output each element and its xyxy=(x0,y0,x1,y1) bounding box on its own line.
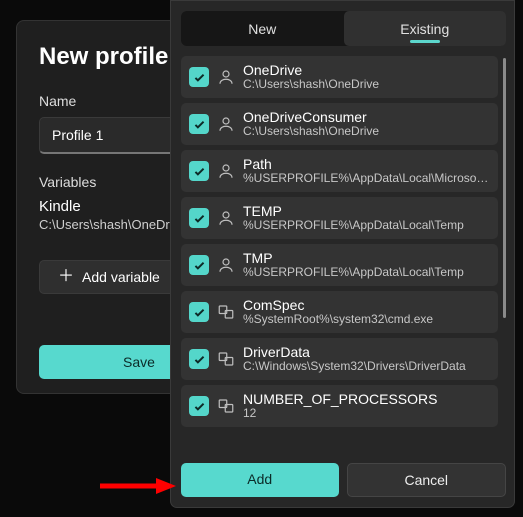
add-variable-button[interactable]: ＋ Add variable xyxy=(39,260,179,294)
row-text: ComSpec%SystemRoot%\system32\cmd.exe xyxy=(243,297,490,327)
scrollbar-thumb[interactable] xyxy=(503,58,506,318)
row-text: DriverDataC:\Windows\System32\Drivers\Dr… xyxy=(243,344,490,374)
variable-title: DriverData xyxy=(243,344,490,360)
variable-title: Path xyxy=(243,156,490,172)
variable-row[interactable]: OneDriveConsumerC:\Users\shash\OneDrive xyxy=(181,103,498,145)
user-icon xyxy=(217,256,235,274)
tab-bar: New Existing xyxy=(181,11,506,46)
cancel-button[interactable]: Cancel xyxy=(347,463,507,497)
system-icon xyxy=(217,397,235,415)
checkbox[interactable] xyxy=(189,208,209,228)
variable-subtitle: %USERPROFILE%\AppData\Local\Temp xyxy=(243,266,490,280)
variable-row[interactable]: NUMBER_OF_PROCESSORS12 xyxy=(181,385,498,427)
checkbox[interactable] xyxy=(189,349,209,369)
user-icon xyxy=(217,209,235,227)
row-text: TMP%USERPROFILE%\AppData\Local\Temp xyxy=(243,250,490,280)
variables-list: OneDriveC:\Users\shash\OneDriveOneDriveC… xyxy=(181,56,506,451)
variable-row[interactable]: TEMP%USERPROFILE%\AppData\Local\Temp xyxy=(181,197,498,239)
tab-existing[interactable]: Existing xyxy=(344,11,507,46)
checkbox[interactable] xyxy=(189,114,209,134)
add-button[interactable]: Add xyxy=(181,463,339,497)
callout-arrow-icon xyxy=(98,476,176,496)
variable-subtitle: C:\Windows\System32\Drivers\DriverData xyxy=(243,360,490,374)
variable-title: ComSpec xyxy=(243,297,490,313)
variable-title: TEMP xyxy=(243,203,490,219)
plus-icon: ＋ xyxy=(58,269,74,285)
system-icon xyxy=(217,303,235,321)
variable-title: OneDriveConsumer xyxy=(243,109,490,125)
variable-subtitle: C:\Users\shash\OneDrive xyxy=(243,125,490,139)
row-text: NUMBER_OF_PROCESSORS12 xyxy=(243,391,490,421)
variable-title: TMP xyxy=(243,250,490,266)
user-icon xyxy=(217,68,235,86)
variable-row[interactable]: TMP%USERPROFILE%\AppData\Local\Temp xyxy=(181,244,498,286)
dialog-buttons: Add Cancel xyxy=(181,463,506,497)
variable-subtitle: %USERPROFILE%\AppData\Local\Temp xyxy=(243,219,490,233)
user-icon xyxy=(217,115,235,133)
system-icon xyxy=(217,350,235,368)
row-text: OneDriveC:\Users\shash\OneDrive xyxy=(243,62,490,92)
existing-variables-panel: New Existing OneDriveC:\Users\shash\OneD… xyxy=(170,0,515,508)
checkbox[interactable] xyxy=(189,396,209,416)
variable-row[interactable]: ComSpec%SystemRoot%\system32\cmd.exe xyxy=(181,291,498,333)
variable-row[interactable]: Path%USERPROFILE%\AppData\Local\Microsof… xyxy=(181,150,498,192)
variable-subtitle: %SystemRoot%\system32\cmd.exe xyxy=(243,313,490,327)
row-text: TEMP%USERPROFILE%\AppData\Local\Temp xyxy=(243,203,490,233)
variable-subtitle: C:\Users\shash\OneDrive xyxy=(243,78,490,92)
scrollbar[interactable] xyxy=(503,56,506,451)
variable-subtitle: %USERPROFILE%\AppData\Local\Microsoft\..… xyxy=(243,172,490,186)
variable-title: OneDrive xyxy=(243,62,490,78)
checkbox[interactable] xyxy=(189,255,209,275)
variable-row[interactable]: DriverDataC:\Windows\System32\Drivers\Dr… xyxy=(181,338,498,380)
add-variable-label: Add variable xyxy=(82,269,160,285)
checkbox[interactable] xyxy=(189,302,209,322)
variable-row[interactable]: OneDriveC:\Users\shash\OneDrive xyxy=(181,56,498,98)
row-text: OneDriveConsumerC:\Users\shash\OneDrive xyxy=(243,109,490,139)
checkbox[interactable] xyxy=(189,67,209,87)
variable-subtitle: 12 xyxy=(243,407,490,421)
row-text: Path%USERPROFILE%\AppData\Local\Microsof… xyxy=(243,156,490,186)
user-icon xyxy=(217,162,235,180)
variable-title: NUMBER_OF_PROCESSORS xyxy=(243,391,490,407)
tab-new[interactable]: New xyxy=(181,11,344,46)
checkbox[interactable] xyxy=(189,161,209,181)
